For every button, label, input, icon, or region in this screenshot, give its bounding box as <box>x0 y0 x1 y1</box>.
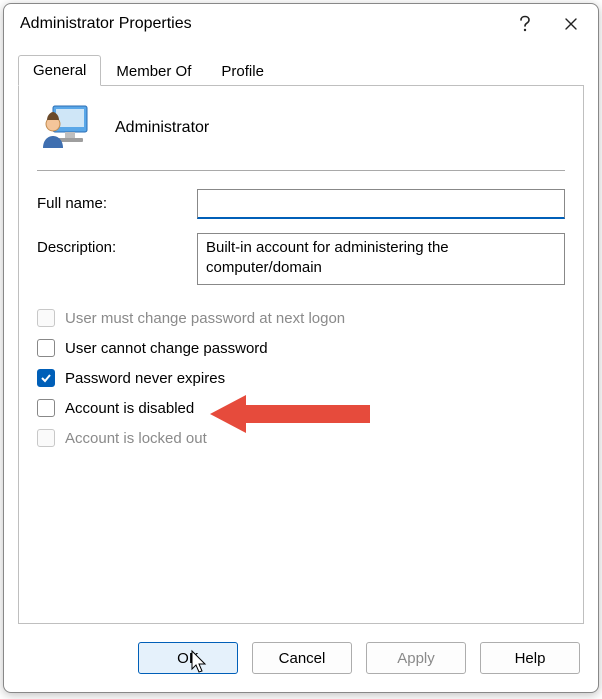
close-icon <box>564 17 578 31</box>
checkbox-cannot-change-password[interactable]: User cannot change password <box>37 333 565 363</box>
separator <box>37 170 565 171</box>
input-fullname[interactable] <box>197 189 565 219</box>
close-button[interactable] <box>548 6 594 42</box>
help-icon <box>518 15 532 33</box>
checkbox-icon <box>37 339 55 357</box>
checkbox-must-change-password: User must change password at next logon <box>37 303 565 333</box>
user-header: Administrator <box>37 100 565 170</box>
input-description[interactable]: Built-in account for administering the c… <box>197 233 565 285</box>
dialog-buttons: OK Cancel Apply Help <box>4 634 598 692</box>
checkbox-icon <box>37 369 55 387</box>
checkbox-account-disabled[interactable]: Account is disabled <box>37 393 565 423</box>
tab-strip: General Member Of Profile <box>4 44 598 85</box>
row-description: Description: Built-in account for admini… <box>37 233 565 289</box>
apply-button[interactable]: Apply <box>366 642 466 674</box>
help-dialog-button[interactable]: Help <box>480 642 580 674</box>
checkbox-account-locked: Account is locked out <box>37 423 565 453</box>
tab-general[interactable]: General <box>18 55 101 86</box>
ok-button[interactable]: OK <box>138 642 238 674</box>
checkbox-icon <box>37 309 55 327</box>
checkbox-icon <box>37 399 55 417</box>
user-name: Administrator <box>115 119 209 137</box>
checkbox-icon <box>37 429 55 447</box>
titlebar: Administrator Properties <box>4 4 598 44</box>
help-button[interactable] <box>502 6 548 42</box>
general-panel: Administrator Full name: Description: Bu… <box>18 85 584 624</box>
window-title: Administrator Properties <box>20 15 502 33</box>
properties-dialog: Administrator Properties General Member … <box>3 3 599 693</box>
checkbox-password-never-expires[interactable]: Password never expires <box>37 363 565 393</box>
user-icon <box>39 104 91 152</box>
label-fullname: Full name: <box>37 189 197 212</box>
checkbox-list: User must change password at next logon … <box>37 303 565 453</box>
row-fullname: Full name: <box>37 189 565 219</box>
cancel-button[interactable]: Cancel <box>252 642 352 674</box>
tab-profile[interactable]: Profile <box>206 56 279 86</box>
label-description: Description: <box>37 233 197 256</box>
tab-member-of[interactable]: Member Of <box>101 56 206 86</box>
